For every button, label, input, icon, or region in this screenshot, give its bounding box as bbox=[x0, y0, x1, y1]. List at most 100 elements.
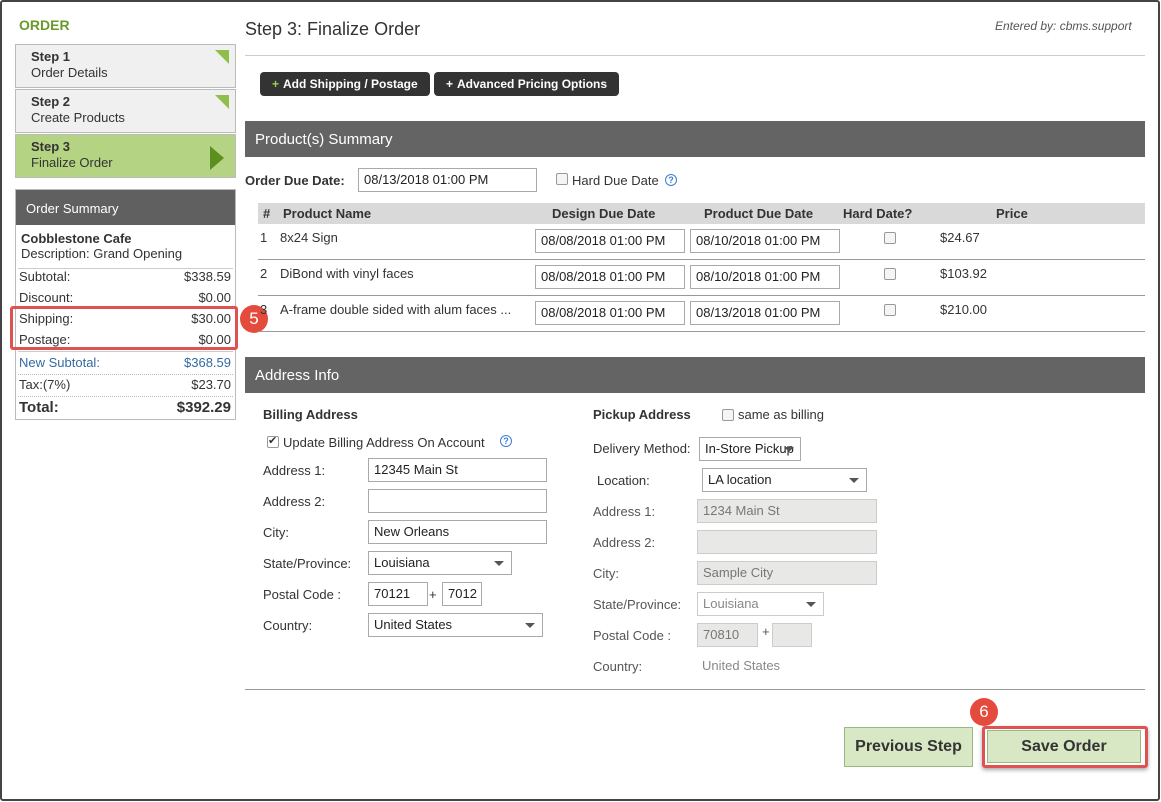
product-price: $210.00 bbox=[940, 302, 987, 317]
pickup-address1-label: Address 1: bbox=[593, 504, 656, 519]
billing-address2-input[interactable] bbox=[368, 489, 547, 513]
select-value: In-Store Pickup bbox=[705, 441, 794, 456]
summary-row-subtotal: Subtotal: $338.59 bbox=[16, 266, 235, 287]
product-due-input[interactable]: 08/10/2018 01:00 PM bbox=[690, 229, 840, 253]
chevron-down-icon bbox=[525, 623, 535, 628]
callout-badge-6: 6 bbox=[970, 698, 998, 726]
update-billing-label: Update Billing Address On Account bbox=[283, 435, 485, 450]
billing-city-input[interactable]: New Orleans bbox=[368, 520, 547, 544]
billing-country-select[interactable]: United States bbox=[368, 613, 543, 637]
product-name: A-frame double sided with alum faces ... bbox=[280, 302, 512, 317]
add-shipping-button[interactable]: + Add Shipping / Postage bbox=[260, 72, 430, 96]
step-name: Order Details bbox=[31, 65, 108, 80]
save-order-button[interactable]: Save Order bbox=[987, 730, 1141, 763]
divider bbox=[245, 689, 1145, 690]
pickup-state-label: State/Province: bbox=[593, 597, 682, 612]
location-select[interactable]: LA location bbox=[702, 468, 867, 492]
chevron-down-icon bbox=[784, 447, 794, 452]
pickup-address-heading: Pickup Address bbox=[593, 407, 691, 422]
summary-value: $338.59 bbox=[184, 269, 231, 284]
step-3-nav[interactable]: Step 3 Finalize Order bbox=[15, 134, 236, 178]
pickup-postal-ext-input bbox=[772, 623, 812, 647]
plus-icon: + bbox=[272, 77, 280, 91]
delivery-method-select[interactable]: In-Store Pickup bbox=[699, 437, 801, 461]
product-price: $103.92 bbox=[940, 266, 987, 281]
step-2-nav[interactable]: Step 2 Create Products bbox=[15, 89, 236, 133]
select-value: LA location bbox=[708, 472, 772, 487]
column-header: # bbox=[263, 206, 271, 221]
select-value: Louisiana bbox=[703, 596, 759, 611]
product-due-input[interactable]: 08/13/2018 01:00 PM bbox=[690, 301, 840, 325]
hard-date-checkbox[interactable] bbox=[884, 304, 896, 316]
billing-postal-label: Postal Code : bbox=[263, 587, 342, 602]
hard-due-date-label: Hard Due Date bbox=[572, 173, 659, 188]
pickup-address2-input bbox=[697, 530, 877, 554]
chevron-down-icon bbox=[849, 478, 859, 483]
delivery-method-label: Delivery Method: bbox=[593, 441, 691, 456]
billing-address1-input[interactable]: 12345 Main St bbox=[368, 458, 547, 482]
column-header: Hard Date? bbox=[843, 206, 913, 221]
postal-separator: + bbox=[429, 587, 437, 602]
design-due-input[interactable]: 08/08/2018 01:00 PM bbox=[535, 301, 685, 325]
step-number: Step 1 bbox=[31, 49, 71, 64]
select-value: Louisiana bbox=[374, 555, 430, 570]
billing-address2-label: Address 2: bbox=[263, 494, 326, 509]
hard-due-date-checkbox[interactable] bbox=[556, 173, 568, 185]
row-number: 3 bbox=[260, 302, 268, 317]
billing-state-label: State/Province: bbox=[263, 556, 352, 571]
pickup-postal-label: Postal Code : bbox=[593, 628, 672, 643]
billing-state-select[interactable]: Louisiana bbox=[368, 551, 512, 575]
column-header: Product Due Date bbox=[704, 206, 814, 221]
step-number: Step 2 bbox=[31, 94, 71, 109]
design-due-input[interactable]: 08/08/2018 01:00 PM bbox=[535, 265, 685, 289]
summary-label: New Subtotal: bbox=[19, 355, 100, 370]
plus-icon: + bbox=[446, 77, 454, 91]
pickup-country-label: Country: bbox=[593, 659, 643, 674]
address-section-header: Address Info bbox=[245, 357, 1145, 393]
step-1-nav[interactable]: Step 1 Order Details bbox=[15, 44, 236, 88]
column-header: Design Due Date bbox=[552, 206, 656, 221]
same-as-billing-label: same as billing bbox=[738, 407, 824, 422]
billing-postal-input[interactable]: 70121 bbox=[368, 582, 428, 606]
summary-row-tax: Tax:(7%) $23.70 bbox=[16, 374, 235, 395]
order-summary-title: Order Summary bbox=[16, 190, 235, 225]
divider bbox=[258, 259, 1145, 260]
product-price: $24.67 bbox=[940, 230, 980, 245]
summary-label: Discount: bbox=[19, 290, 74, 305]
shipping-highlight-box bbox=[10, 306, 238, 350]
column-header: Product Name bbox=[283, 206, 372, 221]
hard-date-checkbox[interactable] bbox=[884, 268, 896, 280]
chevron-down-icon bbox=[806, 602, 816, 607]
products-section-header: Product(s) Summary bbox=[245, 121, 1145, 157]
products-table-header: # Product Name Design Due Date Product D… bbox=[258, 203, 1145, 224]
product-due-input[interactable]: 08/10/2018 01:00 PM bbox=[690, 265, 840, 289]
order-heading: ORDER bbox=[19, 17, 70, 33]
order-due-date-input[interactable]: 08/13/2018 01:00 PM bbox=[358, 168, 537, 192]
button-label: Add Shipping / Postage bbox=[283, 77, 418, 91]
update-billing-checkbox[interactable] bbox=[267, 434, 279, 448]
advanced-pricing-button[interactable]: + Advanced Pricing Options bbox=[434, 72, 620, 96]
summary-value: $368.59 bbox=[184, 355, 231, 370]
billing-postal-ext-input[interactable]: 7012 bbox=[442, 582, 482, 606]
billing-city-label: City: bbox=[263, 525, 289, 540]
same-as-billing-checkbox[interactable] bbox=[722, 409, 734, 421]
summary-label: Subtotal: bbox=[19, 269, 71, 284]
row-number: 1 bbox=[260, 230, 268, 245]
help-icon[interactable]: ? bbox=[665, 174, 677, 186]
step-complete-icon bbox=[215, 50, 229, 64]
divider bbox=[258, 295, 1145, 296]
customer-name: Cobblestone Cafe bbox=[21, 231, 132, 246]
previous-step-button[interactable]: Previous Step bbox=[844, 727, 973, 767]
pickup-postal-input: 70810 bbox=[697, 623, 758, 647]
order-summary-panel: Order Summary Cobblestone Cafe Descripti… bbox=[15, 189, 236, 420]
summary-row-discount: Discount: $0.00 bbox=[16, 287, 235, 308]
help-icon[interactable]: ? bbox=[500, 435, 512, 447]
divider bbox=[245, 55, 1145, 56]
billing-address-heading: Billing Address bbox=[263, 407, 358, 422]
divider bbox=[258, 331, 1145, 332]
pickup-state-select: Louisiana bbox=[697, 592, 824, 616]
design-due-input[interactable]: 08/08/2018 01:00 PM bbox=[535, 229, 685, 253]
summary-label: Tax:(7%) bbox=[19, 377, 71, 392]
pickup-address1-input: 1234 Main St bbox=[697, 499, 877, 523]
hard-date-checkbox[interactable] bbox=[884, 232, 896, 244]
